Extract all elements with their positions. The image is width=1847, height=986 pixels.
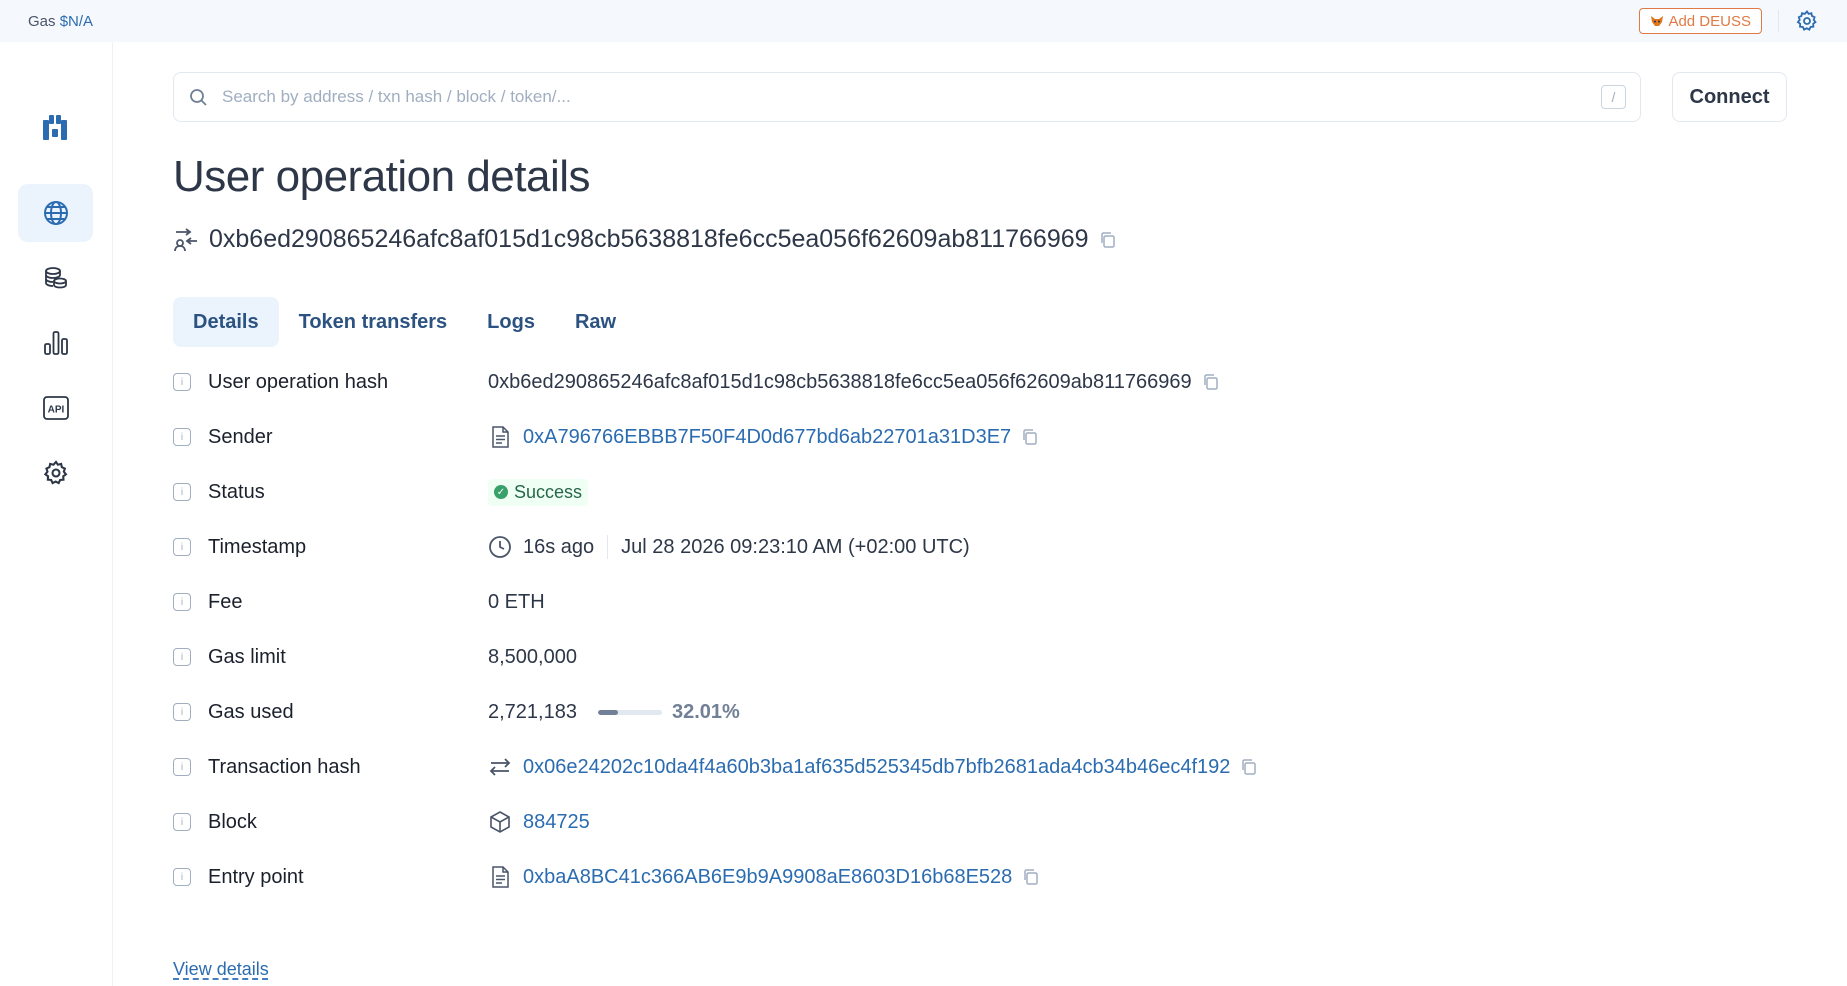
nav-api[interactable]: API (18, 379, 93, 437)
status-badge: ✓ Success (488, 478, 589, 506)
timestamp-absolute: Jul 28 2026 09:23:10 AM (+02:00 UTC) (621, 535, 970, 558)
api-icon: API (42, 396, 69, 420)
detail-row-block: i Block 884725 (173, 807, 1773, 837)
gas-value: $N/A (59, 12, 94, 30)
info-icon[interactable]: i (173, 373, 191, 391)
gear-icon (43, 460, 67, 485)
blockscout-logo-icon[interactable] (38, 112, 72, 146)
info-icon[interactable]: i (173, 758, 191, 776)
search-icon (190, 89, 207, 106)
gas-used-percent: 32.01% (671, 700, 740, 723)
tab-logs[interactable]: Logs (467, 297, 555, 347)
gas-price: Gas $N/A (28, 13, 93, 30)
copy-icon[interactable] (1022, 868, 1040, 886)
contract-file-icon (488, 865, 512, 889)
row-label: Entry point (208, 865, 304, 888)
clock-icon (488, 535, 512, 559)
timestamp-relative: 16s ago (523, 535, 595, 558)
gas-used-progress-fill (597, 709, 619, 715)
copy-icon[interactable] (1202, 373, 1220, 391)
transaction-arrows-icon (488, 755, 512, 779)
row-label: Fee (208, 590, 243, 613)
sidebar: API (0, 42, 113, 986)
nav-charts[interactable] (18, 314, 93, 372)
row-label: Transaction hash (208, 755, 361, 778)
svg-text:API: API (47, 405, 64, 416)
check-circle-icon: ✓ (494, 485, 508, 499)
gas-limit-value: 8,500,000 (488, 645, 577, 668)
user-op-header-hash: 0xb6ed290865246afc8af015d1c98cb5638818fe… (173, 225, 1117, 254)
detail-row-timestamp: i Timestamp 16s ago Jul 28 2026 09:23:10… (173, 532, 1773, 562)
detail-row-entry-point: i Entry point 0xbaA8BC41c366AB6E9b9A9908… (173, 862, 1773, 892)
info-icon[interactable]: i (173, 428, 191, 446)
row-label: Sender (208, 425, 273, 448)
user-operation-icon (173, 227, 199, 253)
divider (607, 535, 609, 559)
settings-gear-icon[interactable] (1795, 9, 1819, 33)
nav-tokens[interactable] (18, 249, 93, 307)
gas-used-value: 2,721,183 (488, 700, 577, 723)
detail-row-transaction-hash: i Transaction hash 0x06e24202c10da4f4a60… (173, 752, 1773, 782)
row-label: User operation hash (208, 370, 389, 393)
divider (1778, 10, 1779, 32)
metamask-icon (1651, 16, 1664, 26)
detail-row-sender: i Sender 0xA796766EBBB7F50F4D0d677bd6ab2… (173, 422, 1773, 452)
gas-used-progress-bar (597, 709, 662, 715)
nav-settings[interactable] (18, 444, 93, 502)
user-op-hash-value: 0xb6ed290865246afc8af015d1c98cb5638818fe… (488, 370, 1192, 393)
transaction-hash-link[interactable]: 0x06e24202c10da4f4a60b3ba1af635d525345db… (523, 756, 1230, 779)
row-label: Gas used (208, 700, 294, 723)
tabs: Details Token transfers Logs Raw (173, 297, 636, 347)
detail-row-gas-used: i Gas used 2,721,183 32.01% (173, 697, 1773, 727)
detail-row-user-op-hash: i User operation hash 0xb6ed290865246afc… (173, 367, 1773, 397)
bar-chart-icon (43, 331, 68, 355)
gas-label: Gas (28, 12, 56, 30)
add-token-label: Add DEUSS (1668, 12, 1751, 30)
detail-row-gas-limit: i Gas limit 8,500,000 (173, 642, 1773, 672)
row-label: Timestamp (208, 535, 307, 558)
sender-address-link[interactable]: 0xA796766EBBB7F50F4D0d677bd6ab22701a31D3… (523, 426, 1011, 449)
info-icon[interactable]: i (173, 868, 191, 886)
header-hash-value: 0xb6ed290865246afc8af015d1c98cb5638818fe… (209, 225, 1089, 253)
fee-value: 0 ETH (488, 590, 545, 613)
info-icon[interactable]: i (173, 593, 191, 611)
nav-blockchain[interactable] (18, 184, 93, 242)
block-cube-icon (488, 810, 512, 834)
row-label: Status (208, 480, 265, 503)
top-bar: Gas $N/A Add DEUSS (0, 0, 1847, 42)
row-label: Block (208, 810, 257, 833)
connect-wallet-button[interactable]: Connect (1672, 72, 1787, 122)
copy-icon[interactable] (1099, 231, 1117, 249)
tab-raw[interactable]: Raw (555, 297, 636, 347)
search-bar[interactable]: / (173, 72, 1641, 122)
entry-point-address-link[interactable]: 0xbaA8BC41c366AB6E9b9A9908aE8603D16b68E5… (523, 866, 1012, 889)
copy-icon[interactable] (1021, 428, 1039, 446)
add-token-button[interactable]: Add DEUSS (1639, 8, 1762, 34)
search-input[interactable] (222, 87, 1601, 107)
row-label: Gas limit (208, 645, 286, 668)
info-icon[interactable]: i (173, 483, 191, 501)
status-text: Success (514, 481, 583, 502)
detail-row-status: i Status ✓ Success (173, 477, 1773, 507)
info-icon[interactable]: i (173, 648, 191, 666)
coins-icon (44, 267, 67, 289)
copy-icon[interactable] (1240, 758, 1258, 776)
view-details-link[interactable]: View details (173, 959, 269, 980)
tab-details[interactable]: Details (173, 297, 279, 347)
globe-icon (43, 201, 68, 225)
detail-row-fee: i Fee 0 ETH (173, 587, 1773, 617)
page-title: User operation details (173, 152, 591, 201)
info-icon[interactable]: i (173, 703, 191, 721)
search-shortcut-hint: / (1601, 85, 1626, 109)
info-icon[interactable]: i (173, 813, 191, 831)
tab-token-transfers[interactable]: Token transfers (279, 297, 468, 347)
contract-file-icon (488, 425, 512, 449)
block-number-link[interactable]: 884725 (523, 811, 590, 834)
info-icon[interactable]: i (173, 538, 191, 556)
